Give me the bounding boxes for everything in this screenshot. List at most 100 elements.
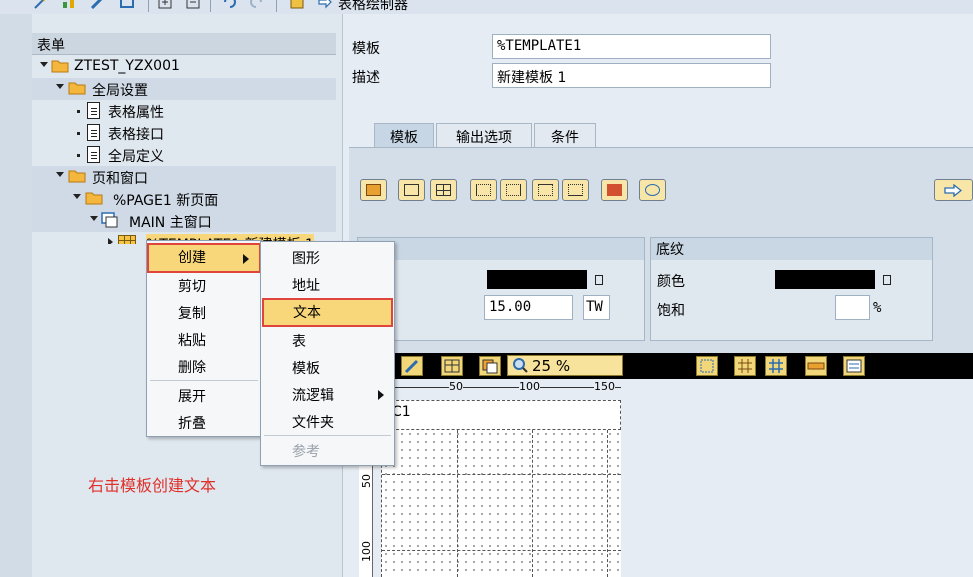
copy-cell-button[interactable] [479, 356, 501, 376]
magic-wand-icon[interactable] [34, 0, 48, 9]
tab-conditions[interactable]: 条件 [534, 123, 596, 148]
submenu-item-graphic[interactable]: 图形 [261, 244, 394, 271]
submenu-item-table[interactable]: 表 [261, 327, 394, 354]
menu-item-paste[interactable]: 粘贴 [147, 326, 261, 353]
tree-node-main-window[interactable]: MAIN 主窗口 [32, 210, 336, 232]
menu-item-label: 流逻辑 [292, 388, 334, 404]
submenu-item-address[interactable]: 地址 [261, 271, 394, 298]
menu-item-collapse[interactable]: 折叠 [147, 409, 261, 436]
tree-node-form-interface[interactable]: 表格接口 [32, 122, 336, 144]
zoom-dropdown[interactable]: 25 % [507, 355, 623, 376]
shading-color-swatch[interactable] [775, 270, 875, 289]
ruler-button[interactable] [805, 356, 827, 376]
tree-node-label: 全局设置 [92, 83, 148, 99]
display-change-icon[interactable] [120, 0, 134, 9]
draw-pencil-button[interactable] [401, 356, 423, 376]
submenu-item-flow-logic[interactable]: 流逻辑 [261, 381, 394, 408]
tree-node-global-definitions[interactable]: 全局定义 [32, 144, 336, 166]
ruler-tick: 100 [519, 380, 540, 393]
frame-grid-icon [436, 184, 451, 196]
grid-col-line [607, 430, 608, 577]
tree-header-label: 表单 [37, 38, 65, 54]
table-settings-button[interactable] [843, 356, 865, 376]
copy-icon [482, 359, 498, 374]
template-name-field[interactable]: %TEMPLATE1 [492, 34, 771, 59]
expanded-arrow-icon[interactable] [40, 62, 48, 67]
submenu-item-text[interactable]: 文本 [262, 298, 393, 327]
zoom-icon [513, 358, 528, 373]
shading-color-label: 颜色 [657, 274, 685, 290]
tab-template[interactable]: 模板 [374, 123, 434, 148]
menu-item-cut[interactable]: 剪切 [147, 272, 261, 299]
template-cell-header[interactable]: C1 [381, 400, 621, 430]
tree-node-form[interactable]: ZTEST_YZX001 [32, 56, 336, 78]
tree-node-form-attributes[interactable]: 表格属性 [32, 100, 336, 122]
color-picker-icon[interactable] [879, 270, 893, 289]
tree-node-global-settings[interactable]: 全局设置 [32, 78, 336, 100]
expand-all-icon[interactable] [158, 0, 172, 9]
frame-width-field[interactable]: 15.00 [484, 295, 573, 320]
insert-icon [607, 184, 622, 196]
form-painter-label[interactable]: 表格绘制器 [338, 0, 408, 14]
show-grid-button[interactable] [734, 356, 756, 376]
tree-node-label: MAIN 主窗口 [129, 215, 212, 231]
frame-top-button[interactable] [532, 179, 559, 201]
pencil-icon[interactable] [90, 0, 104, 9]
submenu-item-folder[interactable]: 文件夹 [261, 408, 394, 435]
table-layout-button[interactable] [360, 179, 387, 201]
expanded-arrow-icon[interactable] [73, 194, 81, 199]
form-info-icon[interactable] [290, 0, 304, 9]
folder-open-icon [85, 192, 103, 205]
bullet-icon [77, 132, 80, 135]
form-painter-icon[interactable] [318, 0, 332, 9]
snap-grid-button[interactable] [765, 356, 787, 376]
expanded-arrow-icon[interactable] [56, 172, 64, 177]
redo-icon[interactable] [250, 0, 264, 9]
table-settings-icon [846, 359, 862, 373]
next-arrow-button[interactable] [934, 179, 973, 201]
frame-left-button[interactable] [470, 179, 497, 201]
table-cell-button[interactable] [441, 356, 463, 376]
tree-node-label: 表格接口 [108, 127, 164, 143]
frame-right-button[interactable] [500, 179, 527, 201]
expanded-arrow-icon[interactable] [90, 216, 98, 221]
frame-box-button[interactable] [398, 179, 425, 201]
bullet-icon [77, 110, 80, 113]
frame-top-icon [538, 184, 553, 196]
frame-grid-button[interactable] [430, 179, 457, 201]
frame-color-swatch[interactable] [487, 270, 587, 289]
select-area-icon [700, 359, 714, 373]
tab-output-options[interactable]: 输出选项 [436, 123, 532, 148]
menu-item-expand[interactable]: 展开 [147, 382, 261, 409]
table-icon [444, 359, 460, 373]
expanded-arrow-icon[interactable] [56, 84, 64, 89]
percent-unit: % [873, 300, 882, 316]
toolbar-separator [210, 0, 211, 12]
tree-node-pages-windows[interactable]: 页和窗口 [32, 166, 336, 188]
hierarchy-icon[interactable] [62, 0, 76, 9]
collapse-all-icon[interactable] [186, 0, 200, 9]
collapsed-arrow-icon[interactable] [108, 238, 113, 244]
insert-button[interactable] [601, 179, 628, 201]
undo-icon[interactable] [222, 0, 236, 9]
submenu-arrow-icon [243, 254, 249, 264]
shading-saturation-field[interactable] [835, 295, 870, 320]
template-label: 模板 [352, 41, 380, 57]
frame-width-unit[interactable]: TW [583, 295, 610, 320]
folder-open-icon [68, 82, 86, 95]
frame-bottom-button[interactable] [562, 179, 589, 201]
color-picker-icon[interactable] [591, 270, 605, 289]
tree-node-label: 全局定义 [108, 149, 164, 165]
grid-col-line [532, 430, 533, 577]
menu-item-create[interactable]: 创建 [147, 243, 261, 273]
menu-item-copy[interactable]: 复制 [147, 299, 261, 326]
description-field[interactable]: 新建模板 1 [492, 63, 771, 88]
menu-item-delete[interactable]: 删除 [147, 353, 261, 380]
reset-button[interactable] [639, 179, 666, 201]
select-area-button[interactable] [696, 356, 718, 376]
frame-right-icon [506, 184, 521, 196]
template-grid-canvas[interactable] [381, 430, 621, 577]
tree-node-page1[interactable]: %PAGE1 新页面 [32, 188, 336, 210]
frame-group-title: 框 [358, 238, 644, 260]
submenu-item-template[interactable]: 模板 [261, 354, 394, 381]
